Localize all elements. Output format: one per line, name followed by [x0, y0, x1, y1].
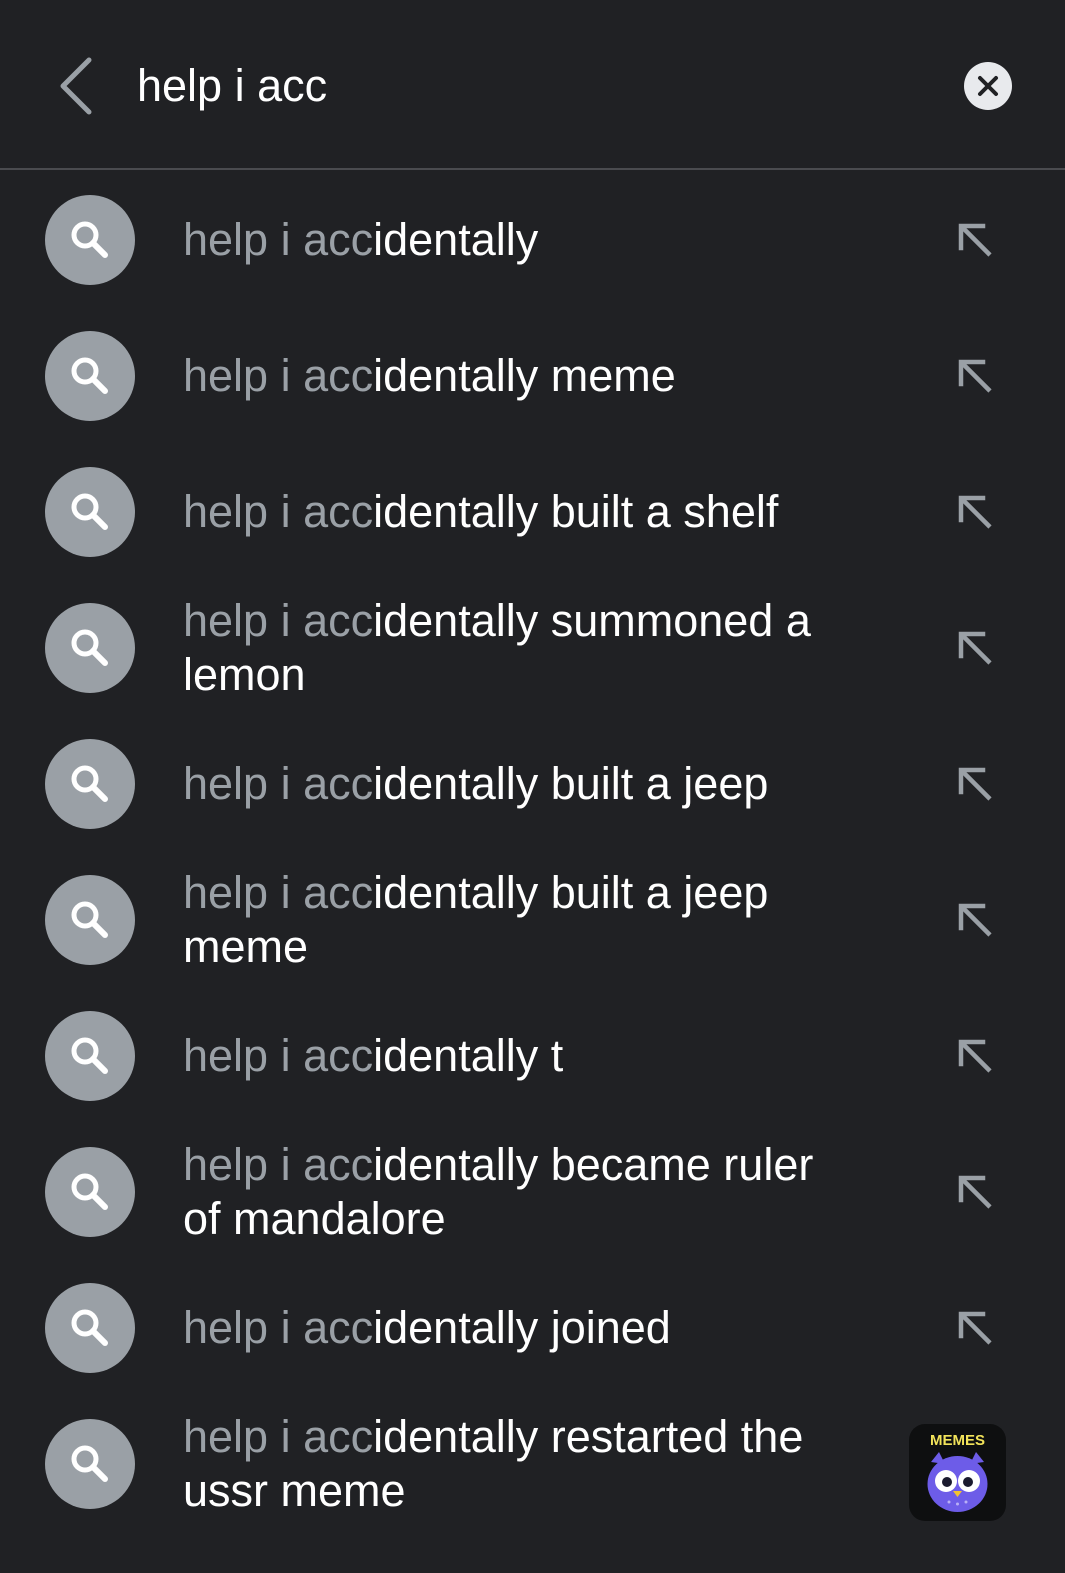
search-icon — [45, 1419, 135, 1509]
suggestion-label: help i accidentally restarted the ussr m… — [183, 1396, 863, 1532]
suggestion-item[interactable]: help i accidentally built a jeep meme — [0, 852, 1065, 988]
suggestion-item[interactable]: help i accidentally t — [0, 988, 1065, 1124]
suggestion-typed-text: help i acc — [183, 1302, 374, 1353]
suggestion-item[interactable]: help i accidentally — [0, 172, 1065, 308]
suggestion-typed-text: help i acc — [183, 486, 374, 537]
arrow-up-left-icon — [958, 631, 992, 665]
arrow-up-left-icon — [958, 495, 992, 529]
search-icon — [45, 1011, 135, 1101]
fill-query-button[interactable] — [950, 623, 1000, 673]
suggestion-item[interactable]: help i accidentally joined — [0, 1260, 1065, 1396]
fill-query-button[interactable] — [950, 351, 1000, 401]
suggestion-item[interactable]: help i accidentally restarted the ussr m… — [0, 1396, 1065, 1532]
suggestion-completion-text: identally built a jeep — [373, 758, 769, 809]
clear-search-button[interactable] — [964, 62, 1012, 110]
suggestion-typed-text: help i acc — [183, 1030, 374, 1081]
chevron-left-icon — [60, 57, 92, 115]
suggestion-completion-text: identally joined — [373, 1302, 671, 1353]
suggestion-list: help i accidentally help i accidentally … — [0, 172, 1065, 1532]
suggestion-label: help i accidentally meme — [183, 308, 863, 444]
arrow-up-left-icon — [958, 1175, 992, 1209]
suggestion-typed-text: help i acc — [183, 595, 374, 646]
fill-query-button[interactable] — [950, 487, 1000, 537]
fill-query-button[interactable] — [950, 1031, 1000, 1081]
fill-query-button[interactable] — [950, 895, 1000, 945]
fill-query-button[interactable] — [950, 759, 1000, 809]
suggestion-typed-text: help i acc — [183, 758, 374, 809]
suggestion-item[interactable]: help i accidentally built a jeep — [0, 716, 1065, 852]
suggestion-label: help i accidentally t — [183, 988, 863, 1124]
close-icon — [978, 76, 998, 96]
suggestion-typed-text: help i acc — [183, 1139, 374, 1190]
suggestion-item[interactable]: help i accidentally built a shelf — [0, 444, 1065, 580]
suggestion-typed-text: help i acc — [183, 214, 374, 265]
search-header — [0, 0, 1065, 170]
suggestion-typed-text: help i acc — [183, 1411, 374, 1462]
search-icon — [45, 195, 135, 285]
suggestion-label: help i accidentally built a jeep — [183, 716, 863, 852]
arrow-up-left-icon — [958, 903, 992, 937]
suggestion-item[interactable]: help i accidentally became ruler of mand… — [0, 1124, 1065, 1260]
suggestion-label: help i accidentally — [183, 172, 863, 308]
suggestion-completion-text: identally built a shelf — [373, 486, 779, 537]
arrow-up-left-icon — [958, 223, 992, 257]
arrow-up-left-icon — [958, 1311, 992, 1345]
suggestion-item[interactable]: help i accidentally summoned a lemon — [0, 580, 1065, 716]
arrow-up-left-icon — [958, 767, 992, 801]
search-icon — [45, 739, 135, 829]
arrow-up-left-icon — [958, 359, 992, 393]
arrow-up-left-icon — [958, 1039, 992, 1073]
fill-query-button[interactable] — [950, 1167, 1000, 1217]
search-icon — [45, 1147, 135, 1237]
suggestion-item[interactable]: help i accidentally meme — [0, 308, 1065, 444]
svg-text:MEMES: MEMES — [930, 1432, 985, 1449]
memes-logo: MEMES — [909, 1424, 1006, 1521]
search-icon — [45, 467, 135, 557]
suggestion-completion-text: identally t — [373, 1030, 564, 1081]
suggestion-typed-text: help i acc — [183, 867, 374, 918]
suggestion-label: help i accidentally became ruler of mand… — [183, 1124, 863, 1260]
fill-query-button[interactable] — [950, 1303, 1000, 1353]
suggestion-label: help i accidentally built a shelf — [183, 444, 863, 580]
search-icon — [45, 875, 135, 965]
back-button[interactable] — [48, 52, 104, 120]
search-icon — [45, 331, 135, 421]
search-input[interactable] — [137, 52, 917, 120]
suggestion-typed-text: help i acc — [183, 350, 374, 401]
suggestion-label: help i accidentally built a jeep meme — [183, 852, 863, 988]
suggestion-label: help i accidentally joined — [183, 1260, 863, 1396]
fill-query-button[interactable] — [950, 215, 1000, 265]
search-icon — [45, 1283, 135, 1373]
suggestion-label: help i accidentally summoned a lemon — [183, 580, 863, 716]
suggestion-completion-text: identally — [373, 214, 539, 265]
search-icon — [45, 603, 135, 693]
suggestion-completion-text: identally meme — [373, 350, 676, 401]
